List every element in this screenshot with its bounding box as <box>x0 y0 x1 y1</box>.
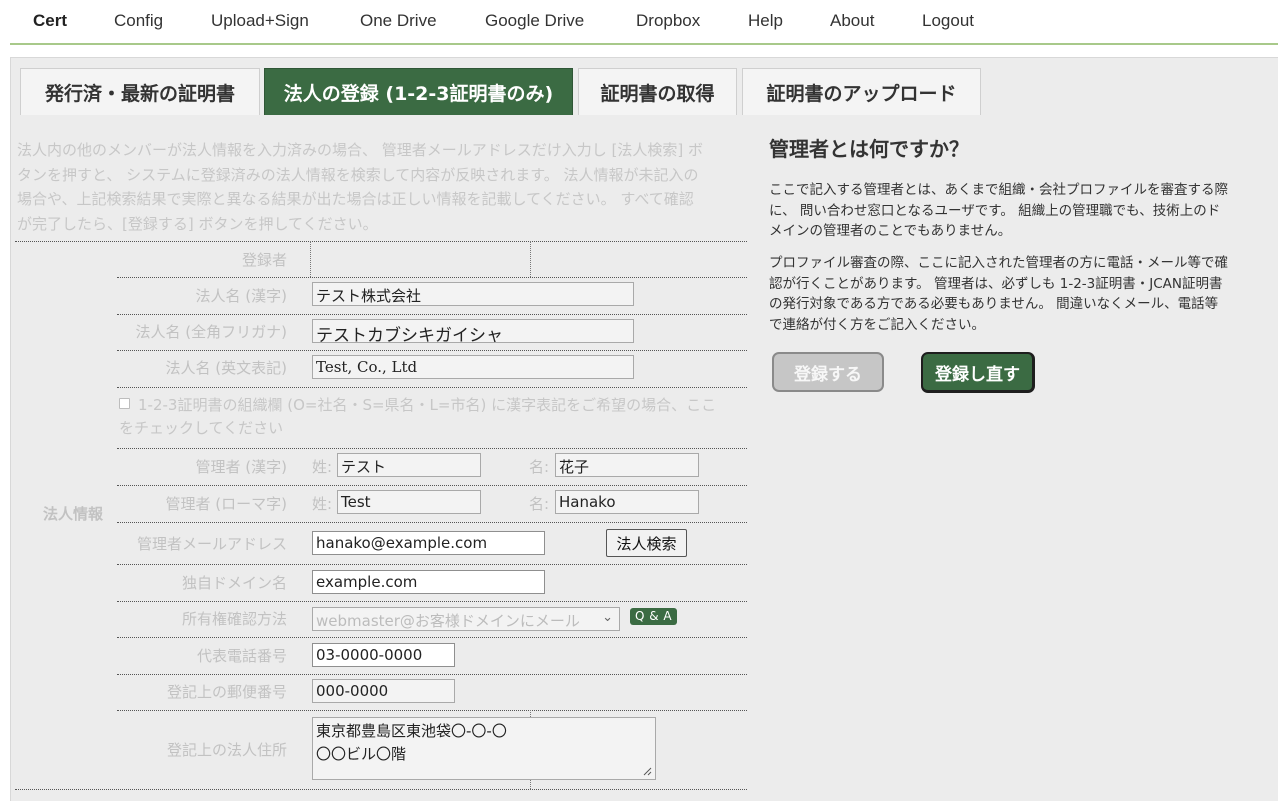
company-name-kanji-input[interactable]: テスト株式会社 <box>312 282 634 306</box>
nav-one-drive[interactable]: One Drive <box>360 11 437 31</box>
form-divider <box>117 674 747 675</box>
form-divider <box>15 789 747 790</box>
nav-help[interactable]: Help <box>748 11 783 31</box>
form-divider <box>15 241 747 242</box>
nav-logout[interactable]: Logout <box>922 11 974 31</box>
zip-label: 登記上の郵便番号 <box>166 683 287 701</box>
nav-config[interactable]: Config <box>114 11 163 31</box>
form-column-divider <box>310 241 311 277</box>
form-divider <box>117 448 747 449</box>
qa-badge[interactable]: Q & A <box>630 608 678 625</box>
form-divider <box>117 564 747 565</box>
nav-divider <box>10 43 1278 45</box>
resize-handle-icon[interactable] <box>643 767 652 776</box>
domain-input[interactable]: example.com <box>312 570 545 594</box>
form-divider <box>117 601 747 602</box>
company-name-kana-input[interactable]: テストカブシキガイシャ <box>312 319 634 343</box>
register-button[interactable]: 登録する <box>772 352 884 392</box>
section-company-label: 法人情報 <box>43 505 104 523</box>
admin-kanji-first-input[interactable]: 花子 <box>555 453 699 477</box>
form-divider <box>117 485 747 486</box>
form-divider <box>117 637 747 638</box>
help-paragraph-1: ここで記入する管理者とは、あくまで組織・会社プロファイルを審査する際に、 問い合… <box>769 182 1228 239</box>
nav-google-drive[interactable]: Google Drive <box>485 11 584 31</box>
address-textarea[interactable]: 東京都豊島区東池袋〇-〇-〇 〇〇ビル〇階 <box>312 717 656 780</box>
chevron-down-icon: ⌄ <box>602 610 613 625</box>
tab-issued-certificates[interactable]: 発行済・最新の証明書 <box>20 68 260 115</box>
kanji-org-checkbox-label: 1-2-3証明書の組織欄 (O=社名・S=県名・L=市名) に漢字表記をご希望の… <box>119 396 717 437</box>
reregister-button[interactable]: 登録し直す <box>921 352 1035 393</box>
admin-kanji-label: 管理者 (漢字) <box>195 458 287 476</box>
admin-roman-last-prefix: 姓: <box>312 495 333 513</box>
admin-roman-label: 管理者 (ローマ字) <box>165 495 287 513</box>
admin-kanji-last-input[interactable]: テスト <box>337 453 481 477</box>
phone-input[interactable]: 03-0000-0000 <box>312 643 455 667</box>
address-label: 登記上の法人住所 <box>166 741 287 759</box>
company-name-kanji-label: 法人名 (漢字) <box>195 287 287 305</box>
verify-method-select[interactable]: webmaster@お客様ドメインにメール ⌄ <box>312 607 620 631</box>
phone-label: 代表電話番号 <box>196 647 287 665</box>
admin-roman-last-input[interactable]: Test <box>337 490 481 514</box>
admin-kanji-first-prefix: 名: <box>529 458 550 476</box>
form-divider <box>117 387 747 388</box>
form-divider <box>117 350 747 351</box>
tab-get-certificate[interactable]: 証明書の取得 <box>578 68 737 115</box>
admin-roman-first-prefix: 名: <box>529 495 550 513</box>
company-name-english-label: 法人名 (英文表記) <box>165 359 287 377</box>
top-nav: Cert Config Upload+Sign One Drive Google… <box>0 0 1278 44</box>
admin-email-label: 管理者メールアドレス <box>136 535 287 553</box>
company-name-kana-label: 法人名 (全角フリガナ) <box>135 323 287 341</box>
kanji-org-checkbox-row: 1-2-3証明書の組織欄 (O=社名・S=県名・L=市名) に漢字表記をご希望の… <box>119 394 719 440</box>
form-divider <box>117 710 747 711</box>
verify-method-label: 所有権確認方法 <box>181 610 287 628</box>
company-search-button[interactable]: 法人検索 <box>606 529 687 557</box>
form-divider <box>117 522 747 523</box>
address-line-2: 〇〇ビル〇階 <box>316 745 407 763</box>
kanji-org-checkbox[interactable] <box>119 398 130 409</box>
verify-method-selected: webmaster@お客様ドメインにメール <box>316 612 580 630</box>
nav-dropbox[interactable]: Dropbox <box>636 11 700 31</box>
address-line-1: 東京都豊島区東池袋〇-〇-〇 <box>316 722 507 740</box>
company-name-english-input[interactable]: Test, Co., Ltd <box>312 355 634 379</box>
main-panel: 発行済・最新の証明書 法人の登録 (1-2-3証明書のみ) 証明書の取得 証明書… <box>10 57 1278 801</box>
help-paragraph-2: プロファイル審査の際、ここに記入された管理者の方に電話・メール等で確認が行くこと… <box>769 255 1228 333</box>
admin-email-input[interactable]: hanako@example.com <box>312 531 545 555</box>
nav-upload-sign[interactable]: Upload+Sign <box>211 11 309 31</box>
company-form: 登録者 法人情報 法人名 (漢字) テスト株式会社 法人名 (全角フリガナ) テ… <box>15 241 747 801</box>
form-divider <box>117 314 747 315</box>
nav-brand-cert[interactable]: Cert <box>33 11 67 31</box>
intro-instructions: 法人内の他のメンバーが法人情報を入力済みの場合、 管理者メールアドレスだけ入力し… <box>17 141 704 233</box>
domain-label: 独自ドメイン名 <box>181 574 287 592</box>
tab-upload-certificate[interactable]: 証明書のアップロード <box>742 68 981 115</box>
tab-register-company[interactable]: 法人の登録 (1-2-3証明書のみ) <box>264 68 573 115</box>
admin-kanji-last-prefix: 姓: <box>312 458 333 476</box>
section-registrant-label: 登録者 <box>241 251 287 269</box>
help-title: 管理者とは何ですか？ <box>769 137 969 161</box>
form-column-divider <box>530 241 531 277</box>
form-divider <box>117 277 747 278</box>
zip-input[interactable]: 000-0000 <box>312 679 455 703</box>
nav-about[interactable]: About <box>830 11 874 31</box>
admin-roman-first-input[interactable]: Hanako <box>555 490 699 514</box>
